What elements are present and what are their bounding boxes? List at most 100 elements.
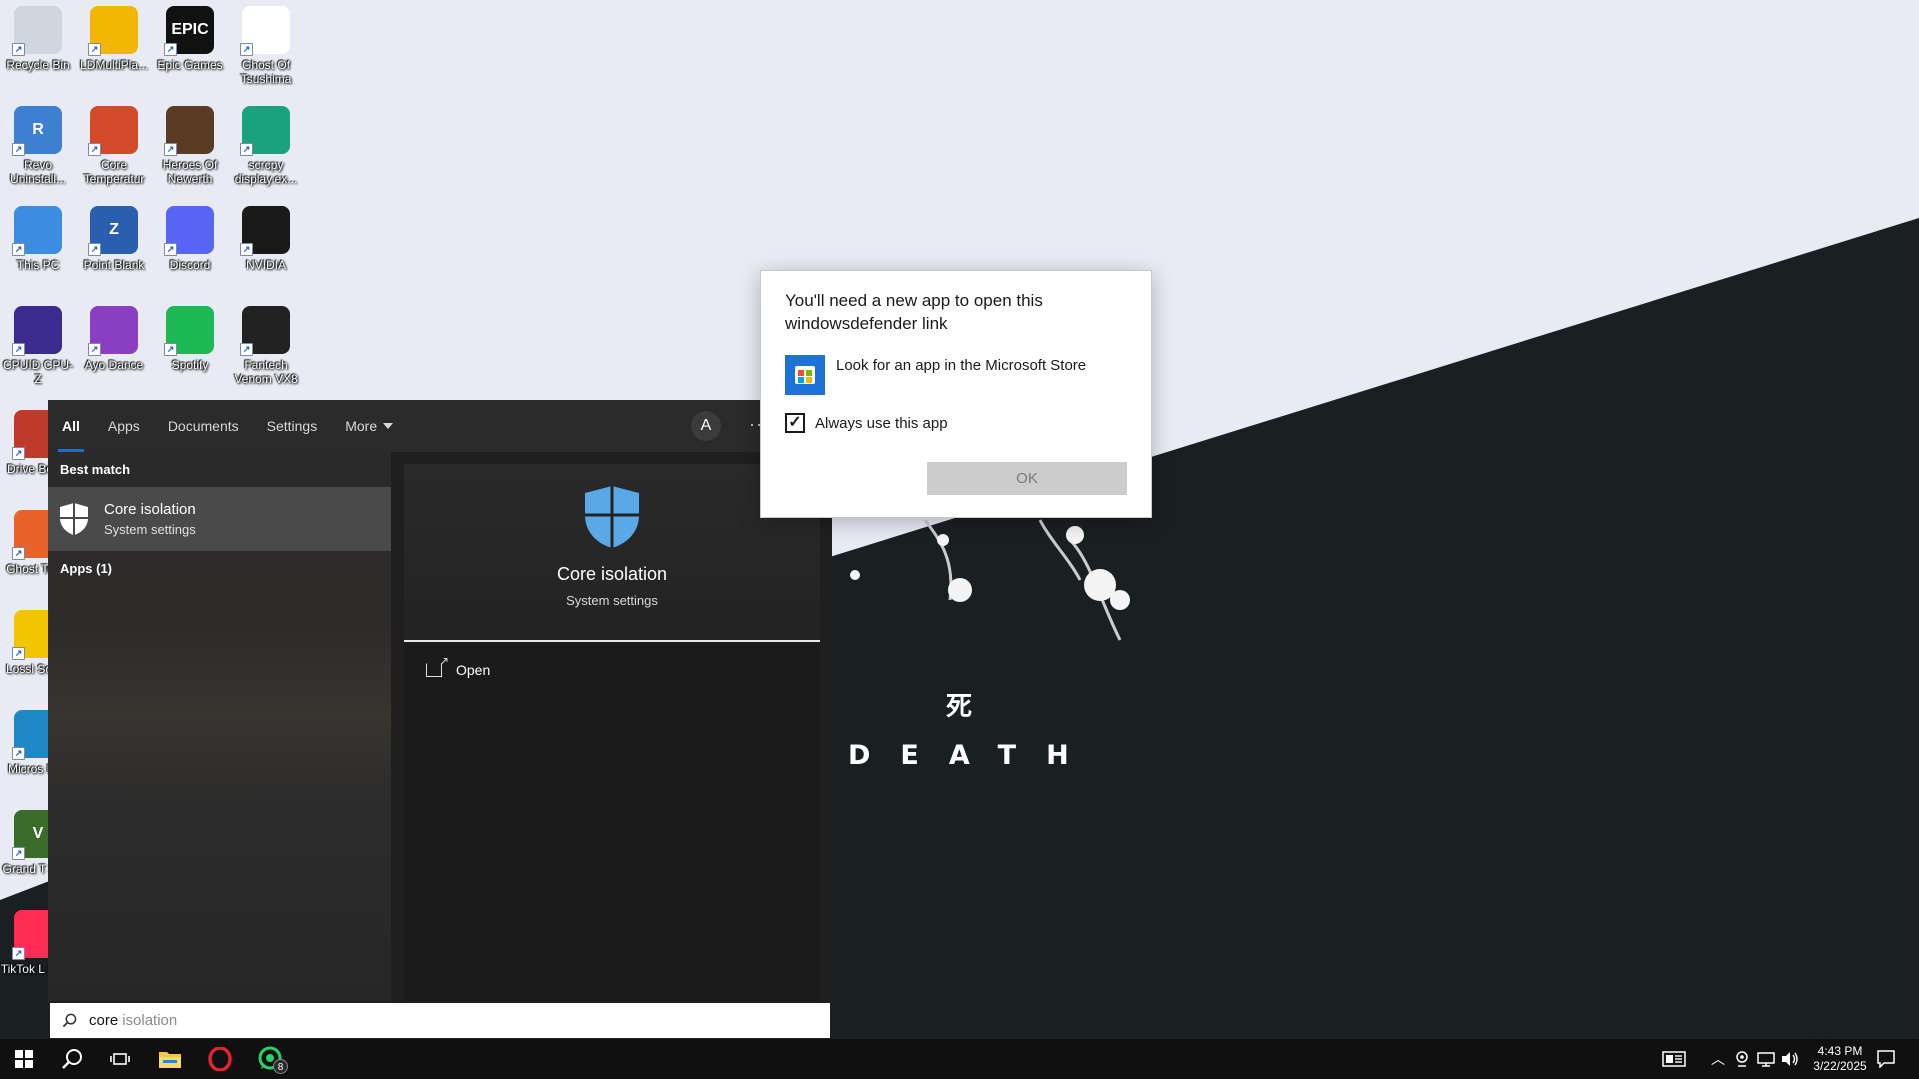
always-use-checkbox[interactable]: ✓ — [785, 413, 805, 433]
desktop-icon-point-blank[interactable]: Z ↗ Point Blank — [76, 206, 152, 272]
shortcut-arrow-icon: ↗ — [88, 143, 101, 156]
preview-subtitle: System settings — [566, 593, 658, 608]
news-widget-button[interactable] — [1656, 1039, 1692, 1079]
start-button[interactable] — [0, 1039, 48, 1079]
microsoft-store-option[interactable]: Look for an app in the Microsoft Store — [785, 355, 1086, 395]
action-center-button[interactable] — [1866, 1039, 1906, 1079]
open-action[interactable]: Open — [404, 642, 820, 698]
desktop-icon-label: CPUID CPU-Z — [2, 358, 73, 386]
revo-uninstaller-icon: R ↗ — [12, 106, 62, 156]
desktop-icon-cpu-z[interactable]: ↗ CPUID CPU-Z — [0, 306, 76, 386]
opera-button[interactable] — [196, 1039, 244, 1079]
fantech-mouse-icon: ↗ — [240, 306, 290, 356]
task-view-button[interactable] — [96, 1039, 144, 1079]
desktop-icon-epic-games[interactable]: EPIC ↗ Epic Games — [152, 6, 228, 72]
best-match-title: Core isolation — [104, 501, 196, 518]
windows-security-shield-icon — [585, 486, 639, 548]
desktop-icon-label: LDMultiPla... — [79, 58, 149, 72]
nvidia-icon: ↗ — [240, 206, 290, 256]
tab-settings-label: Settings — [266, 418, 318, 434]
shortcut-arrow-icon: ↗ — [164, 43, 177, 56]
apps-header[interactable]: Apps (1) — [48, 551, 391, 586]
cpu-z-icon: ↗ — [12, 306, 62, 356]
desktop-icon-discord[interactable]: ↗ Discord — [152, 206, 228, 272]
show-hidden-icons-button[interactable]: ︿ — [1706, 1039, 1730, 1079]
search-icon — [62, 1049, 82, 1069]
webcam-icon — [1736, 1051, 1748, 1067]
tab-documents[interactable]: Documents — [168, 400, 239, 452]
preview-header: Core isolation System settings — [404, 464, 820, 642]
best-match-subtitle: System settings — [104, 522, 196, 537]
shortcut-arrow-icon: ↗ — [12, 43, 25, 56]
shortcut-arrow-icon: ↗ — [12, 143, 25, 156]
notification-icon — [1877, 1050, 1895, 1068]
speaker-icon — [1782, 1052, 1798, 1066]
tab-all[interactable]: All — [58, 400, 84, 452]
shortcut-arrow-icon: ↗ — [240, 43, 253, 56]
shortcut-arrow-icon: ↗ — [164, 143, 177, 156]
tab-apps[interactable]: Apps — [108, 400, 140, 452]
taskbar-search-button[interactable] — [48, 1039, 96, 1079]
chevron-up-icon: ︿ — [1711, 1051, 1725, 1067]
ok-button[interactable]: OK — [927, 462, 1127, 495]
desktop-icon-heroes-of-newerth[interactable]: ↗ Heroes Of Newerth — [152, 106, 228, 186]
shortcut-arrow-icon: ↗ — [164, 343, 177, 356]
shortcut-arrow-icon: ↗ — [12, 343, 25, 356]
chevron-down-icon — [383, 423, 394, 429]
shortcut-arrow-icon: ↗ — [12, 847, 25, 860]
desktop-icon-revo-uninstaller[interactable]: R ↗ Revo Uninstall... — [0, 106, 76, 186]
network-tray-button[interactable] — [1754, 1039, 1778, 1079]
desktop-icon-core-temp[interactable]: ↗ Core Temperatur — [76, 106, 152, 186]
best-match-result[interactable]: Core isolation System settings — [48, 487, 391, 551]
desktop-icon-label: Spotify — [171, 358, 209, 372]
desktop-icon-fantech-mouse[interactable]: ↗ Fantech Venom VX8 — [228, 306, 304, 386]
ayo-dance-icon: ↗ — [88, 306, 138, 356]
volume-tray-button[interactable] — [1778, 1039, 1802, 1079]
tab-apps-label: Apps — [107, 418, 140, 434]
whatsapp-button[interactable]: 8 — [246, 1039, 294, 1079]
tab-more[interactable]: More — [345, 400, 394, 452]
tab-settings[interactable]: Settings — [267, 400, 318, 452]
ghost-of-tsushima-icon: ↗ — [240, 6, 290, 56]
desktop-icon-this-pc[interactable]: ↗ This PC — [0, 206, 76, 272]
opera-icon — [208, 1047, 232, 1071]
desktop-icon-ldmultiplayer[interactable]: ↗ LDMultiPla... — [76, 6, 152, 72]
desktop-icon-scrcpy[interactable]: ↗ scrcpy display.ex... — [228, 106, 304, 186]
desktop-icon-label: This PC — [16, 258, 60, 272]
discord-icon: ↗ — [164, 206, 214, 256]
desktop-icon-spotify[interactable]: ↗ Spotify — [152, 306, 228, 372]
always-use-row[interactable]: ✓ Always use this app — [785, 413, 948, 433]
result-preview-pane: Core isolation System settings Open — [404, 464, 820, 1040]
desktop-icon-label: Ghost Of Tsushima — [240, 58, 292, 86]
this-pc-icon: ↗ — [12, 206, 62, 256]
desktop-icon-ghost-of-tsushima[interactable]: ↗ Ghost Of Tsushima — [228, 6, 304, 86]
desktop-icon-label: Epic Games — [157, 58, 223, 72]
desktop-icon-label: Heroes Of Newerth — [162, 158, 218, 186]
shortcut-arrow-icon: ↗ — [164, 243, 177, 256]
shortcut-arrow-icon: ↗ — [12, 447, 25, 460]
heroes-of-newerth-icon: ↗ — [164, 106, 214, 156]
desktop-icon-recycle-bin[interactable]: ↗ Recycle Bin — [0, 6, 76, 72]
desktop-icon-label: Core Temperatur — [83, 158, 145, 186]
desktop-icon-label: Fantech Venom VX8 — [234, 358, 298, 386]
microsoft-store-label: Look for an app in the Microsoft Store — [836, 357, 1087, 374]
file-explorer-button[interactable] — [146, 1039, 194, 1079]
desktop-icon-nvidia[interactable]: ↗ NVIDIA — [228, 206, 304, 272]
desktop-icon-label: scrcpy display.ex... — [234, 158, 298, 186]
shortcut-arrow-icon: ↗ — [240, 243, 253, 256]
desktop-icon-label: Revo Uninstall... — [9, 158, 67, 186]
account-avatar[interactable]: A — [691, 411, 721, 441]
tab-all-label: All — [62, 418, 80, 434]
notification-badge: 8 — [273, 1059, 288, 1074]
desktop-icon-label: Point Blank — [83, 258, 145, 272]
search-input[interactable]: core isolation — [48, 1001, 832, 1040]
desktop-icon-ayo-dance[interactable]: ↗ Ayo Dance — [76, 306, 152, 372]
core-temp-icon: ↗ — [88, 106, 138, 156]
shortcut-arrow-icon: ↗ — [88, 43, 101, 56]
shortcut-arrow-icon: ↗ — [12, 747, 25, 760]
best-match-header: Best match — [60, 462, 131, 477]
webcam-tray-button[interactable] — [1730, 1039, 1754, 1079]
microsoft-store-icon — [785, 355, 825, 395]
search-filter-bar: All Apps Documents Settings More A ··· — [48, 400, 832, 452]
folder-icon — [159, 1052, 181, 1068]
